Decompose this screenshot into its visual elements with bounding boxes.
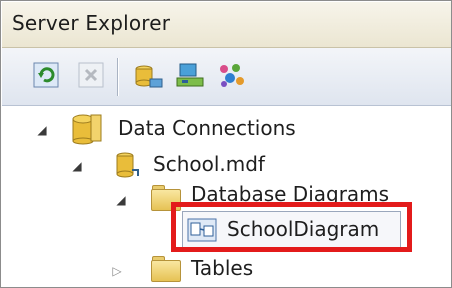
tree-item-data-connections[interactable]: ◢ Data Connections — [1, 111, 441, 147]
toolbar — [2, 48, 451, 106]
folder-icon — [151, 256, 183, 282]
collapse-arrow-icon[interactable]: ◢ — [69, 158, 85, 174]
stop-refresh-button[interactable] — [77, 61, 107, 91]
expand-arrow-icon[interactable]: ▷ — [109, 263, 125, 279]
tree-item-school-mdf[interactable]: ◢ School.mdf — [1, 147, 441, 183]
server-explorer-tree: ◢ Data Connections ◢ School.mdf ◢ Databa… — [1, 106, 451, 287]
toolbar-separator — [117, 58, 119, 96]
connect-to-database-button[interactable] — [132, 61, 163, 91]
tree-item-tables[interactable]: ▷ Tables — [1, 251, 441, 287]
data-connections-icon — [72, 114, 102, 145]
connect-to-sharepoint-button[interactable] — [216, 61, 246, 91]
collapse-arrow-icon[interactable]: ◢ — [34, 122, 50, 138]
database-icon — [116, 152, 139, 178]
school-mdf-label: School.mdf — [153, 152, 265, 176]
tables-label: Tables — [191, 256, 254, 280]
window-title: Server Explorer — [12, 11, 171, 35]
data-connections-label: Data Connections — [118, 116, 296, 140]
highlight-callout-box — [171, 202, 412, 252]
refresh-icon — [33, 62, 59, 88]
connect-to-sharepoint-icon — [220, 64, 244, 87]
connect-to-server-icon — [176, 63, 204, 87]
connect-to-server-button[interactable] — [174, 61, 204, 91]
connect-to-database-icon — [135, 65, 163, 88]
server-explorer-window: Server Explorer ◢ Data Connections ◢ Sch… — [0, 0, 452, 288]
refresh-button[interactable] — [32, 61, 62, 91]
title-bar: Server Explorer — [2, 2, 451, 48]
collapse-arrow-icon[interactable]: ◢ — [113, 192, 129, 208]
stop-refresh-icon — [78, 62, 104, 88]
